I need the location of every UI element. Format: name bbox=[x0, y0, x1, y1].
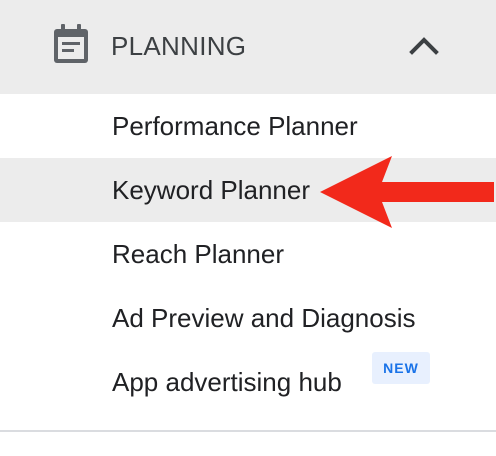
calendar-icon bbox=[54, 24, 88, 63]
menu-item-label: App advertising hub bbox=[112, 367, 342, 397]
chevron-up-icon[interactable] bbox=[408, 34, 440, 56]
section-title: PLANNING bbox=[111, 31, 247, 61]
new-badge: NEW bbox=[372, 352, 430, 384]
menu-item-label: Reach Planner bbox=[112, 239, 284, 269]
menu-item-label: Ad Preview and Diagnosis bbox=[112, 303, 416, 333]
annotation-arrow bbox=[320, 156, 494, 228]
section-divider bbox=[0, 430, 496, 432]
menu-item-performance-planner[interactable]: Performance Planner bbox=[0, 94, 496, 158]
menu-item-ad-preview-and-diagnosis[interactable]: Ad Preview and Diagnosis bbox=[0, 286, 496, 350]
menu-item-label: Keyword Planner bbox=[112, 175, 310, 205]
planning-section-header[interactable]: PLANNING bbox=[0, 0, 496, 94]
menu-item-label: Performance Planner bbox=[112, 111, 358, 141]
